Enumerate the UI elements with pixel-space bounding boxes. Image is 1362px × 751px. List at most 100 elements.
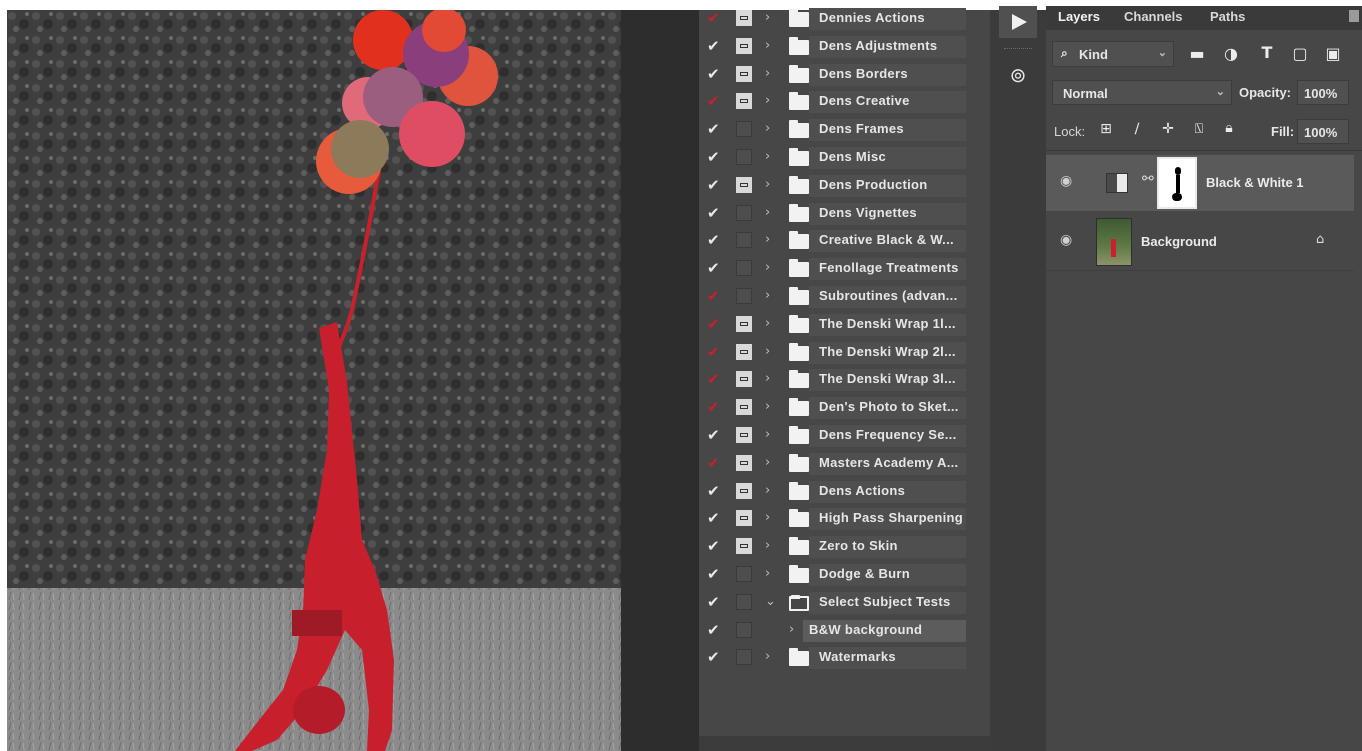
action-set-row[interactable]: ✔ › Watermarks: [699, 645, 990, 671]
toggle-item-checkmark-icon[interactable]: ✔: [707, 204, 723, 222]
toggle-item-checkmark-icon[interactable]: ✔: [707, 120, 723, 138]
toggle-dialog-icon[interactable]: [736, 510, 752, 526]
opacity-field[interactable]: 100%: [1297, 80, 1349, 105]
chevron-right-icon[interactable]: ›: [765, 65, 777, 83]
lock-image-pixels-icon[interactable]: ∕: [1126, 121, 1148, 137]
layer-row-black-white[interactable]: ◉ ⚯ Black & White 1: [1046, 155, 1354, 211]
creative-cloud-libraries-icon[interactable]: ⊚: [1004, 62, 1032, 90]
toggle-dialog-icon[interactable]: [736, 344, 752, 360]
chevron-right-icon[interactable]: ›: [765, 454, 777, 472]
chevron-right-icon[interactable]: ›: [765, 343, 777, 361]
chevron-down-icon[interactable]: ⌄: [765, 593, 777, 611]
lock-all-icon[interactable]: 🔒︎: [1218, 120, 1240, 136]
toggle-item-checkmark-icon[interactable]: ✔: [707, 343, 723, 361]
filter-shape-icon[interactable]: ▢: [1289, 44, 1311, 63]
toggle-item-checkmark-icon[interactable]: ✔: [707, 537, 723, 555]
action-set-row[interactable]: ✔ › Dens Misc: [699, 145, 990, 171]
action-item[interactable]: ✔ › B&W background: [699, 618, 990, 644]
toggle-dialog-icon[interactable]: [736, 149, 752, 165]
chevron-right-icon[interactable]: ›: [765, 426, 777, 444]
toggle-item-checkmark-icon[interactable]: ✔: [707, 454, 723, 472]
lock-artboard-icon[interactable]: ⍂: [1188, 121, 1210, 137]
layer-row-background[interactable]: ◉ Background ⌂: [1046, 214, 1354, 270]
chevron-right-icon[interactable]: ›: [765, 565, 777, 583]
toggle-dialog-icon[interactable]: [736, 93, 752, 109]
action-set-row[interactable]: ✔ › Subroutines (advan...: [699, 284, 990, 310]
lock-transparent-pixels-icon[interactable]: ⊞: [1095, 121, 1117, 137]
tab-channels[interactable]: Channels: [1124, 9, 1183, 24]
toggle-dialog-icon[interactable]: [736, 10, 752, 26]
toggle-item-checkmark-icon[interactable]: ✔: [707, 37, 723, 55]
layer-name[interactable]: Background: [1141, 234, 1217, 249]
action-set-row[interactable]: ✔ › Dennies Actions: [699, 6, 990, 32]
action-set-row[interactable]: ✔ › The Denski Wrap 3l...: [699, 367, 990, 393]
toggle-item-checkmark-icon[interactable]: ✔: [707, 565, 723, 583]
action-set-row[interactable]: ✔ › Dens Borders: [699, 62, 990, 88]
toggle-item-checkmark-icon[interactable]: ✔: [707, 65, 723, 83]
toggle-item-checkmark-icon[interactable]: ✔: [707, 370, 723, 388]
toggle-dialog-icon[interactable]: [736, 288, 752, 304]
action-set-row[interactable]: ✔ › Dens Frames: [699, 117, 990, 143]
panel-menu-icon[interactable]: [1349, 10, 1359, 22]
toggle-dialog-icon[interactable]: [736, 427, 752, 443]
toggle-item-checkmark-icon[interactable]: ✔: [707, 426, 723, 444]
chevron-right-icon[interactable]: ›: [765, 482, 777, 500]
action-set-row[interactable]: ✔ › Dens Adjustments: [699, 34, 990, 60]
chevron-right-icon[interactable]: ›: [765, 537, 777, 555]
toggle-dialog-icon[interactable]: [736, 177, 752, 193]
document-canvas[interactable]: [7, 10, 621, 751]
toggle-dialog-icon[interactable]: [736, 232, 752, 248]
play-icon[interactable]: [999, 6, 1037, 38]
action-set-row[interactable]: ✔ › Creative Black & W...: [699, 228, 990, 254]
toggle-item-checkmark-icon[interactable]: ✔: [707, 287, 723, 305]
blend-mode-select[interactable]: Normal ⌄: [1052, 80, 1232, 105]
visibility-eye-icon[interactable]: ◉: [1060, 232, 1072, 248]
chevron-right-icon[interactable]: ›: [765, 37, 777, 55]
filter-pixel-icon[interactable]: ▬: [1186, 44, 1208, 63]
action-set-row[interactable]: ✔ › Dodge & Burn: [699, 562, 990, 588]
layer-name[interactable]: Black & White 1: [1206, 175, 1304, 190]
toggle-item-checkmark-icon[interactable]: ✔: [707, 259, 723, 277]
visibility-eye-icon[interactable]: ◉: [1060, 173, 1072, 189]
mask-link-icon[interactable]: ⚯: [1142, 171, 1154, 187]
chevron-right-icon[interactable]: ›: [765, 509, 777, 527]
action-set-row[interactable]: ✔ ⌄ Select Subject Tests: [699, 590, 990, 616]
toggle-item-checkmark-icon[interactable]: ✔: [707, 92, 723, 110]
toggle-dialog-icon[interactable]: [736, 121, 752, 137]
chevron-right-icon[interactable]: ›: [765, 398, 777, 416]
toggle-item-checkmark-icon[interactable]: ✔: [707, 148, 723, 166]
toggle-dialog-icon[interactable]: [736, 38, 752, 54]
toggle-dialog-icon[interactable]: [736, 66, 752, 82]
chevron-right-icon[interactable]: ›: [765, 9, 777, 27]
chevron-right-icon[interactable]: ›: [765, 176, 777, 194]
action-set-row[interactable]: ✔ › Dens Production: [699, 173, 990, 199]
toggle-item-checkmark-icon[interactable]: ✔: [707, 593, 723, 611]
action-set-row[interactable]: ✔ › High Pass Sharpening: [699, 506, 990, 532]
toggle-item-checkmark-icon[interactable]: ✔: [707, 482, 723, 500]
toggle-item-checkmark-icon[interactable]: ✔: [707, 509, 723, 527]
toggle-dialog-icon[interactable]: [736, 622, 752, 638]
action-set-row[interactable]: ✔ › The Denski Wrap 2l...: [699, 340, 990, 366]
chevron-right-icon[interactable]: ›: [765, 92, 777, 110]
toggle-dialog-icon[interactable]: [736, 455, 752, 471]
layer-filter-kind[interactable]: ⌕ Kind ⌄: [1052, 41, 1174, 67]
toggle-item-checkmark-icon[interactable]: ✔: [707, 398, 723, 416]
chevron-right-icon[interactable]: ›: [765, 287, 777, 305]
toggle-item-checkmark-icon[interactable]: ✔: [707, 9, 723, 27]
toggle-item-checkmark-icon[interactable]: ✔: [707, 648, 723, 666]
filter-smart-object-icon[interactable]: ▣: [1322, 44, 1344, 63]
chevron-right-icon[interactable]: ›: [765, 148, 777, 166]
toggle-dialog-icon[interactable]: [736, 566, 752, 582]
toggle-item-checkmark-icon[interactable]: ✔: [707, 315, 723, 333]
toggle-dialog-icon[interactable]: [736, 594, 752, 610]
layer-mask-thumbnail[interactable]: [1157, 157, 1197, 209]
toggle-item-checkmark-icon[interactable]: ✔: [707, 231, 723, 249]
action-set-row[interactable]: ✔ › Den's Photo to Sket...: [699, 395, 990, 421]
action-set-row[interactable]: ✔ › Dens Creative: [699, 89, 990, 115]
chevron-right-icon[interactable]: ›: [765, 204, 777, 222]
action-set-row[interactable]: ✔ › Masters Academy A...: [699, 451, 990, 477]
action-set-row[interactable]: ✔ › Dens Frequency Se...: [699, 423, 990, 449]
action-set-row[interactable]: ✔ › The Denski Wrap 1l...: [699, 312, 990, 338]
chevron-right-icon[interactable]: ›: [765, 648, 777, 666]
chevron-right-icon[interactable]: ›: [765, 315, 777, 333]
